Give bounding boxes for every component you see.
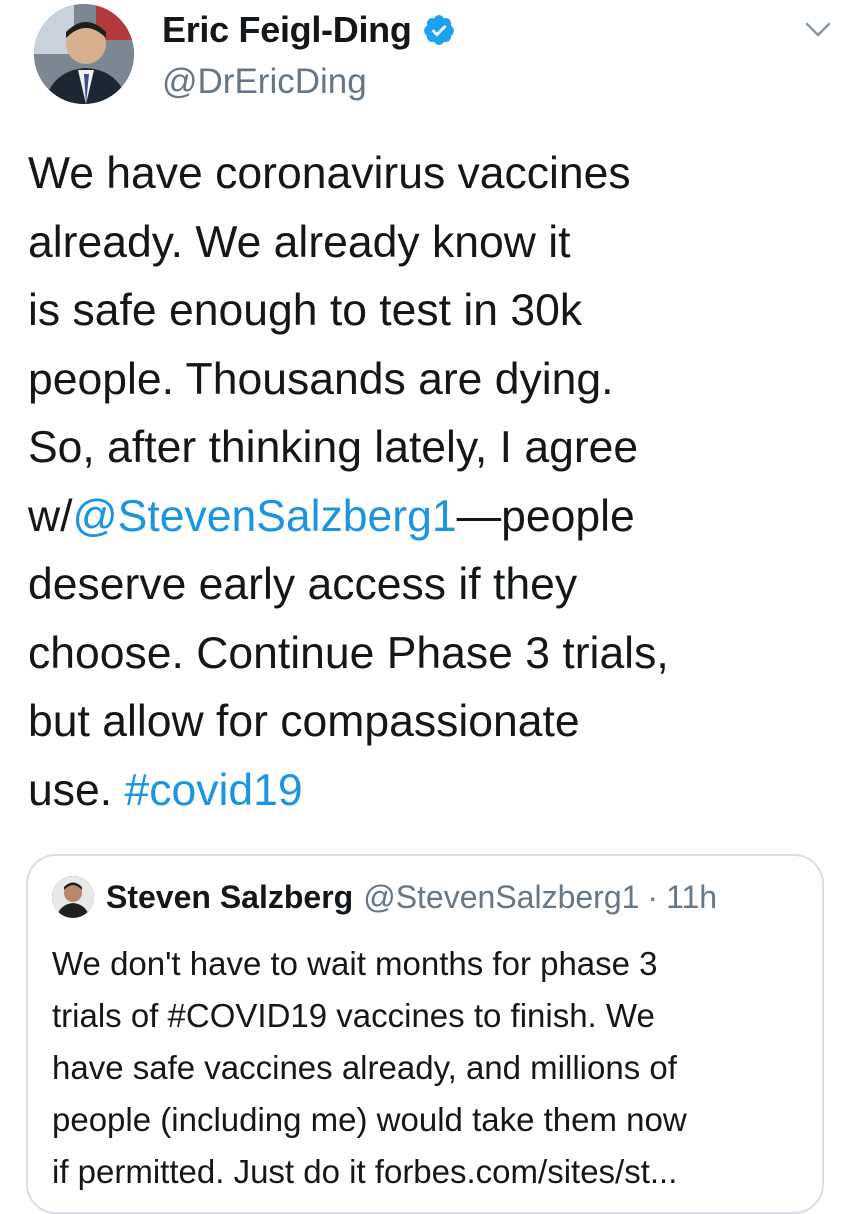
quoted-tweet-header: Steven Salzberg @StevenSalzberg1 · 11h (52, 876, 717, 918)
quoted-tweet-card[interactable]: Steven Salzberg @StevenSalzberg1 · 11h W… (26, 854, 824, 1214)
quoted-author-display-name: Steven Salzberg (106, 878, 354, 915)
mention-link[interactable]: @StevenSalzberg1 (73, 492, 457, 541)
author-display-name[interactable]: Eric Feigl-Ding (162, 9, 412, 51)
author-handle[interactable]: @DrEricDing (162, 62, 456, 102)
chevron-down-icon[interactable] (804, 20, 832, 40)
tweet-body: We have coronavirus vaccines already. We… (28, 140, 828, 825)
hashtag-link[interactable]: #covid19 (124, 766, 302, 815)
quoted-author-avatar (52, 876, 94, 918)
tweet-text-segment: We have coronavirus vaccines already. We… (28, 149, 639, 541)
tweet: Eric Feigl-Ding @DrEricDing We have coro… (0, 0, 852, 1214)
separator-dot: · (647, 878, 659, 915)
quoted-tweet-text: We don't have to wait months for phase 3… (52, 945, 687, 1190)
verified-badge-icon (423, 15, 454, 45)
name-row: Eric Feigl-Ding (162, 8, 456, 52)
quoted-tweet-time: 11h (666, 878, 718, 915)
quoted-author-handle: @StevenSalzberg1 (363, 878, 640, 915)
author-avatar[interactable] (34, 4, 134, 104)
tweet-header: Eric Feigl-Ding @DrEricDing (162, 8, 456, 102)
